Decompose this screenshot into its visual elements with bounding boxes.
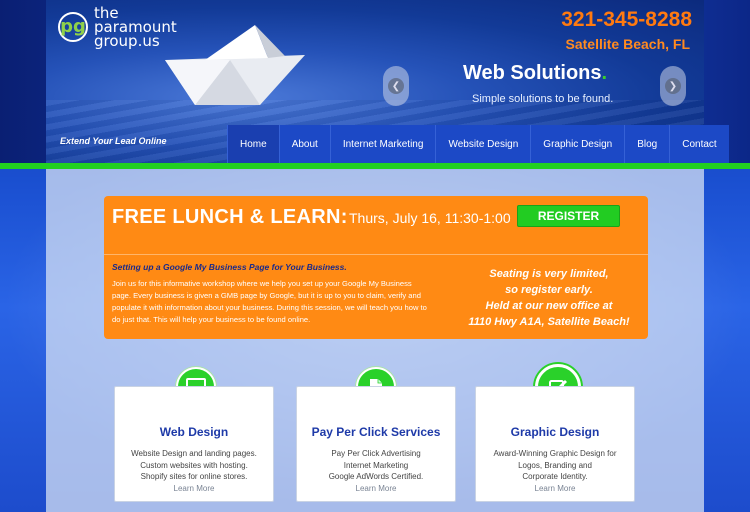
service-line: Shopify sites for online stores. [140,472,248,481]
nav-graphic-design[interactable]: Graphic Design [530,125,625,163]
hero-subtitle: Simple solutions to be found. [472,93,614,105]
seating-line-4: 1110 Hwy A1A, Satellite Beach! [468,316,630,328]
nav-contact[interactable]: Contact [669,125,729,163]
learn-more-link[interactable]: Learn More [476,483,634,495]
service-description: Award-Winning Graphic Design for Logos, … [476,448,634,494]
service-description: Website Design and landing pages. Custom… [115,448,273,494]
promo-banner: FREE LUNCH & LEARN: Thurs, July 16, 11:3… [104,196,648,339]
chevron-left-icon: ❮ [388,78,404,94]
phone-number[interactable]: 321-345-8288 [561,8,692,32]
seating-line-1: Seating is very limited, [489,268,609,280]
nav-home[interactable]: Home [227,125,279,163]
service-line: Corporate Identity. [522,472,588,481]
seating-line-3: Held at our new office at [485,300,613,312]
site-logo[interactable]: pg the paramount group.us [58,6,177,49]
tagline: Extend Your Lead Online [60,136,167,146]
service-title: Web Design [159,425,229,439]
promo-divider [104,254,648,255]
nav-internet-marketing[interactable]: Internet Marketing [329,125,436,163]
learn-more-link[interactable]: Learn More [115,483,273,495]
logo-mark: pg [58,12,88,42]
service-line: Custom websites with hosting. [140,460,248,470]
paper-boat-image [165,25,305,105]
seating-line-2: so register early. [505,284,593,296]
hero-title-text: Web Solutions [463,62,602,84]
service-card-web-design[interactable]: Web Design Website Design and landing pa… [114,386,274,502]
hero-title-dot: . [601,62,608,84]
site-header: pg the paramount group.us Extend Your Le… [0,0,750,163]
promo-seating-note: Seating is very limited, so register ear… [454,266,644,330]
service-title: Graphic Design [510,425,600,439]
chevron-right-icon: ❯ [665,78,681,94]
promo-title: FREE LUNCH & LEARN: [112,206,348,228]
promo-body: Join us for this informative workshop wh… [112,279,427,324]
main-nav: Home About Internet Marketing Website De… [227,125,729,163]
slider-prev-button[interactable]: ❮ [383,66,409,106]
promo-date: Thurs, July 16, 11:30-1:00 [349,210,511,226]
slider-next-button[interactable]: ❯ [660,66,686,106]
service-line: Website Design and landing pages. [131,449,257,458]
service-line: Logos, Branding and [518,460,592,470]
register-button[interactable]: REGISTER [517,205,620,227]
nav-about[interactable]: About [278,125,330,163]
service-title: Pay Per Click Services [311,425,441,439]
service-line: Google AdWords Certified. [328,472,424,481]
service-description: Pay Per Click Advertising Internet Marke… [297,448,455,494]
learn-more-link[interactable]: Learn More [297,483,455,495]
service-line: Award-Winning Graphic Design for [493,449,617,458]
service-line: Internet Marketing [343,460,409,470]
service-line: Pay Per Click Advertising [331,449,421,458]
nav-blog[interactable]: Blog [624,125,670,163]
location-text: Satellite Beach, FL [565,36,690,52]
service-card-graphic-design[interactable]: Graphic Design Award-Winning Graphic Des… [475,386,635,502]
logo-mark-text: pg [60,16,86,37]
promo-subtitle: Setting up a Google My Business Page for… [112,262,347,272]
service-card-ppc[interactable]: Pay Per Click Services Pay Per Click Adv… [296,386,456,502]
nav-website-design[interactable]: Website Design [435,125,531,163]
hero-title: Web Solutions. [463,62,607,85]
